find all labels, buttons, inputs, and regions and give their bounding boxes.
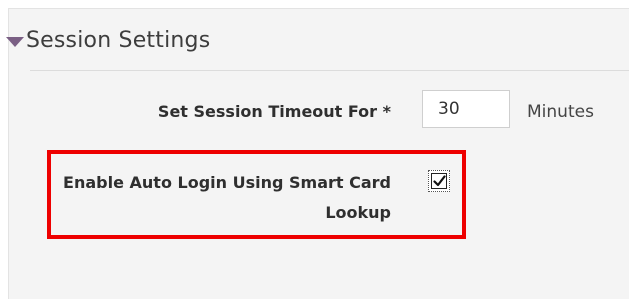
auto-login-checkbox[interactable]: [428, 170, 450, 192]
section-divider: [30, 70, 629, 71]
auto-login-label: Enable Auto Login Using Smart Card Looku…: [63, 173, 391, 222]
checkbox-box: [431, 173, 447, 189]
checkmark-icon: [432, 175, 446, 187]
section-title: Session Settings: [26, 28, 211, 53]
session-timeout-input[interactable]: [422, 90, 510, 128]
session-timeout-label: Set Session Timeout For *: [157, 102, 391, 121]
caret-down-icon[interactable]: [6, 37, 24, 47]
session-timeout-unit: Minutes: [527, 102, 594, 122]
session-settings-header[interactable]: Session Settings: [6, 28, 210, 53]
